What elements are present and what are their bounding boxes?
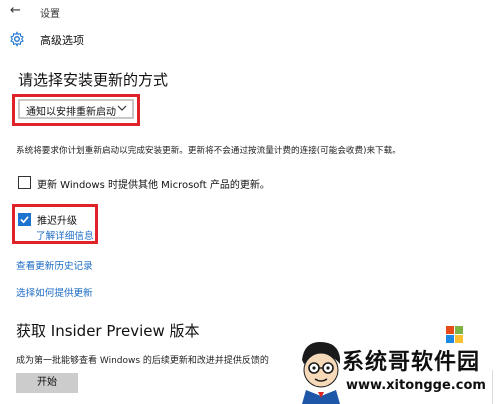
checkmark-icon xyxy=(20,216,29,224)
update-mode-description: 系统将要求你计划重新启动以完成安装更新。更新将不会通过按流量计费的连接(可能会收… xyxy=(16,146,401,156)
update-mode-selected: 通知以安排重新启动 xyxy=(26,107,116,118)
title-bar: ← 设置 xyxy=(0,0,500,24)
insider-description: 成为第一批能够查看 Windows 的后续更新和改进并提供反馈的 xyxy=(16,356,269,366)
insider-title: 获取 Insider Preview 版本 xyxy=(16,322,200,340)
other-products-label: 更新 Windows 时提供其他 Microsoft 产品的更新。 xyxy=(37,180,270,191)
chevron-down-icon xyxy=(117,105,127,111)
watermark-url: www.xitongge.com xyxy=(346,378,486,393)
insider-start-button[interactable]: 开始 xyxy=(16,373,78,393)
update-history-link[interactable]: 查看更新历史记录 xyxy=(16,258,93,272)
update-mode-dropdown[interactable]: 通知以安排重新启动 xyxy=(18,99,134,119)
app-title: 设置 xyxy=(40,9,60,20)
back-arrow-icon[interactable]: ← xyxy=(10,3,21,18)
defer-upgrades-label: 推迟升级 xyxy=(37,216,77,227)
gear-icon xyxy=(10,31,24,47)
other-products-checkbox[interactable] xyxy=(18,176,31,189)
learn-more-link[interactable]: 了解详细信息 xyxy=(36,228,94,242)
windows-logo-icon xyxy=(446,326,463,343)
cartoon-face-logo xyxy=(302,342,340,404)
section-title: 请选择安装更新的方式 xyxy=(18,71,169,89)
page-header: 高级选项 xyxy=(0,24,500,56)
delivery-options-link[interactable]: 选择如何提供更新 xyxy=(16,285,93,299)
page-title: 高级选项 xyxy=(40,34,84,47)
defer-upgrades-checkbox[interactable] xyxy=(18,213,31,226)
watermark-name: 系统哥软件园 xyxy=(342,350,481,375)
watermark: 系统哥软件园 www.xitongge.com xyxy=(294,322,500,404)
scrollbar[interactable] xyxy=(492,370,499,404)
